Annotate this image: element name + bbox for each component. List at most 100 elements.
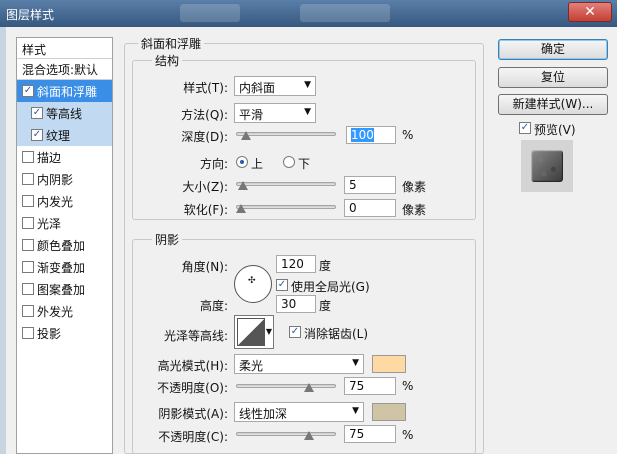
- style-item-pattern-overlay[interactable]: 图案叠加: [17, 278, 112, 300]
- depth-slider[interactable]: [236, 130, 336, 140]
- shadow-opacity-label: 不透明度(C):: [158, 430, 228, 444]
- close-button[interactable]: ✕: [568, 2, 612, 22]
- checkbox[interactable]: ✓: [31, 129, 43, 141]
- slider-thumb[interactable]: [236, 204, 246, 213]
- checkbox[interactable]: [22, 195, 34, 207]
- slider-thumb[interactable]: [240, 131, 251, 140]
- reset-button[interactable]: 复位: [498, 67, 608, 88]
- shadow-color-swatch[interactable]: [372, 403, 406, 421]
- technique-select[interactable]: 平滑 ▼: [234, 103, 316, 123]
- size-slider[interactable]: [236, 180, 336, 190]
- dialog-content: 样式 混合选项:默认 ✓ 斜面和浮雕 ✓ 等高线 ✓ 纹理 描边 内阴影 内发光 光泽…: [0, 27, 617, 454]
- preview-checkbox[interactable]: ✓: [519, 122, 531, 134]
- highlight-opacity-input[interactable]: 75: [344, 377, 396, 395]
- highlight-mode-label: 高光模式(H):: [157, 359, 228, 373]
- close-icon: ✕: [584, 4, 596, 20]
- style-item-stroke[interactable]: 描边: [17, 146, 112, 168]
- altitude-value: 30: [281, 297, 297, 311]
- style-item-contour[interactable]: ✓ 等高线: [17, 102, 112, 124]
- style-item-label: 光泽: [37, 216, 62, 231]
- style-item-label: 纹理: [46, 128, 71, 143]
- antialias-label: 消除锯齿(L): [304, 327, 369, 341]
- checkbox[interactable]: [22, 327, 34, 339]
- structure-title: 结构: [152, 52, 183, 69]
- shadow-opacity-slider[interactable]: [236, 430, 336, 440]
- highlight-mode-select[interactable]: 柔光 ▼: [234, 354, 364, 374]
- checkbox[interactable]: [22, 217, 34, 229]
- soften-input[interactable]: 0: [344, 199, 396, 217]
- size-label: 大小(Z):: [182, 180, 228, 194]
- depth-unit: %: [402, 128, 414, 142]
- angle-unit: 度: [319, 259, 332, 273]
- style-select-value: 内斜面: [239, 81, 276, 95]
- direction-label: 方向:: [199, 157, 228, 171]
- size-input[interactable]: 5: [344, 176, 396, 194]
- new-style-button[interactable]: 新建样式(W)...: [498, 94, 608, 115]
- shadow-mode-select[interactable]: 线性加深 ▼: [234, 402, 364, 422]
- style-item-label: 内阴影: [37, 172, 74, 187]
- highlight-color-swatch[interactable]: [372, 355, 406, 373]
- angle-dial[interactable]: ✣: [234, 265, 272, 303]
- checkbox[interactable]: [22, 305, 34, 317]
- highlight-opacity-unit: %: [402, 379, 414, 393]
- style-item-outer-glow[interactable]: 外发光: [17, 300, 112, 322]
- slider-thumb[interactable]: [303, 383, 314, 392]
- angle-value: 120: [281, 257, 304, 271]
- chevron-down-icon[interactable]: ▼: [266, 327, 272, 336]
- style-item-bevel-emboss[interactable]: ✓ 斜面和浮雕: [17, 80, 112, 102]
- preview-swatch: [531, 150, 563, 182]
- direction-up-label: 上: [251, 157, 264, 171]
- slider-track: [236, 205, 336, 209]
- soften-label: 软化(F):: [183, 203, 228, 217]
- contour-preview: [237, 318, 265, 346]
- direction-down-radio[interactable]: [283, 156, 295, 168]
- soften-slider[interactable]: [236, 203, 336, 213]
- style-item-label: 内发光: [37, 194, 74, 209]
- checkbox[interactable]: ✓: [22, 85, 34, 97]
- style-label: 样式(T):: [183, 81, 228, 95]
- soften-value: 0: [349, 201, 357, 215]
- style-item-label: 颜色叠加: [37, 238, 86, 253]
- style-item-satin[interactable]: 光泽: [17, 212, 112, 234]
- checkbox[interactable]: [22, 239, 34, 251]
- blurred-background: [180, 4, 240, 22]
- angle-input[interactable]: 120: [276, 255, 316, 273]
- highlight-mode-value: 柔光: [239, 359, 264, 373]
- style-item-color-overlay[interactable]: 颜色叠加: [17, 234, 112, 256]
- slider-thumb[interactable]: [237, 181, 248, 190]
- style-item-gradient-overlay[interactable]: 渐变叠加: [17, 256, 112, 278]
- checkbox[interactable]: [22, 261, 34, 273]
- blend-options-item[interactable]: 混合选项:默认: [17, 58, 112, 80]
- size-value: 5: [349, 178, 357, 192]
- checkbox[interactable]: [22, 173, 34, 185]
- style-item-inner-glow[interactable]: 内发光: [17, 190, 112, 212]
- highlight-opacity-slider[interactable]: [236, 382, 336, 392]
- altitude-label: 高度:: [199, 299, 228, 313]
- style-item-label: 投影: [37, 326, 62, 341]
- altitude-input[interactable]: 30: [276, 295, 316, 313]
- chevron-down-icon: ▼: [352, 406, 359, 416]
- style-item-texture[interactable]: ✓ 纹理: [17, 124, 112, 146]
- slider-thumb[interactable]: [303, 431, 314, 440]
- gloss-contour-picker[interactable]: ▼: [234, 315, 274, 349]
- blurred-background: [300, 4, 390, 22]
- checkbox[interactable]: [22, 283, 34, 295]
- style-item-drop-shadow[interactable]: 投影: [17, 322, 112, 344]
- checkbox[interactable]: [22, 151, 34, 163]
- shadow-opacity-input[interactable]: 75: [344, 425, 396, 443]
- styles-header[interactable]: 样式: [17, 38, 112, 58]
- direction-up-radio[interactable]: [236, 156, 248, 168]
- antialias-checkbox[interactable]: ✓: [289, 326, 301, 338]
- checkbox[interactable]: ✓: [31, 107, 43, 119]
- style-select[interactable]: 内斜面 ▼: [234, 76, 316, 96]
- style-item-inner-shadow[interactable]: 内阴影: [17, 168, 112, 190]
- ok-button[interactable]: 确定: [498, 39, 608, 60]
- style-preview: [521, 140, 573, 192]
- gloss-contour-label: 光泽等高线:: [163, 329, 228, 343]
- shading-title: 阴影: [152, 231, 183, 248]
- title-bar[interactable]: 图层样式 ✕: [0, 0, 617, 27]
- global-light-checkbox[interactable]: ✓: [276, 279, 288, 291]
- slider-track: [236, 384, 336, 388]
- style-item-label: 斜面和浮雕: [37, 84, 98, 99]
- depth-input[interactable]: 100: [346, 126, 396, 144]
